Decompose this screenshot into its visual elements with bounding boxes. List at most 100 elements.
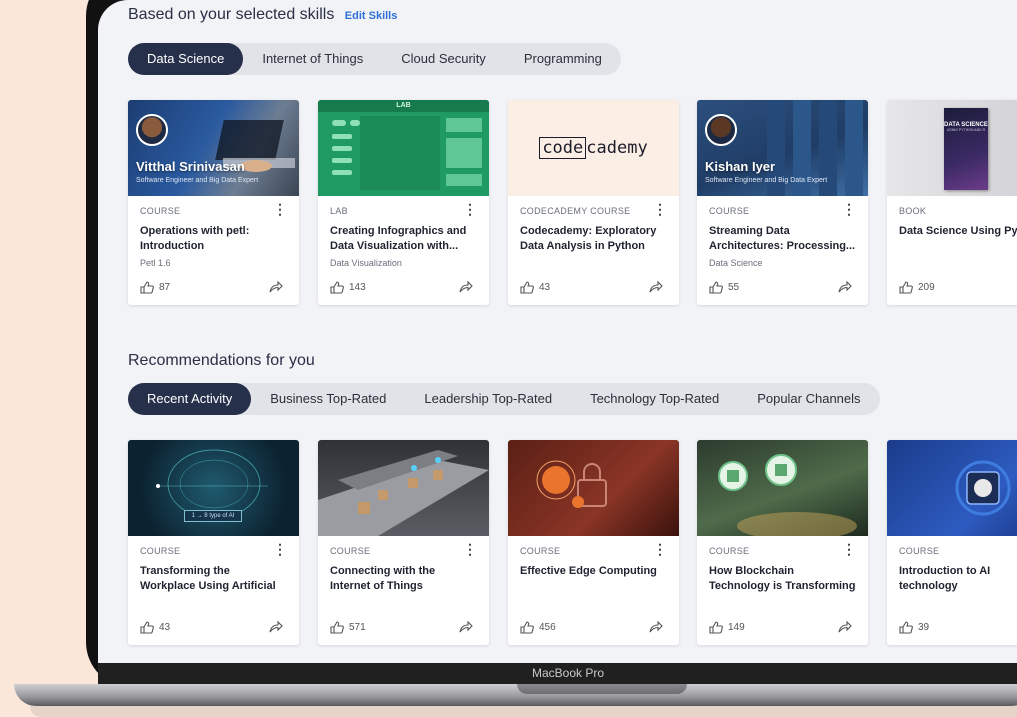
more-options-icon[interactable]: ⋮ (842, 542, 856, 556)
more-options-icon[interactable]: ⋮ (653, 202, 667, 216)
course-card[interactable]: COURSE Introduction to AI technology 39 (887, 440, 1017, 645)
card-type: COURSE (140, 206, 181, 216)
app-screen: Based on your selected skills Edit Skill… (98, 0, 1017, 663)
card-type: COURSE (709, 546, 750, 556)
laptop-shadow (30, 706, 1017, 717)
more-options-icon[interactable]: ⋮ (463, 542, 477, 556)
course-card[interactable]: COURSE ⋮ How Blockchain Technology is Tr… (697, 440, 868, 645)
share-icon[interactable] (269, 620, 283, 633)
course-card[interactable]: Vitthal Srinivasan Software Engineer and… (128, 100, 299, 305)
instructor-role: Software Engineer and Big Data Expert (136, 177, 259, 184)
like-count: 456 (539, 621, 556, 633)
more-options-icon[interactable]: ⋮ (273, 542, 287, 556)
skills-title-text: Based on your selected skills (128, 6, 335, 23)
tab-popular-channels[interactable]: Popular Channels (738, 383, 879, 415)
more-options-icon[interactable]: ⋮ (273, 202, 287, 216)
course-card[interactable]: Kishan Iyer Software Engineer and Big Da… (697, 100, 868, 305)
card-thumbnail (887, 440, 1017, 536)
more-options-icon[interactable]: ⋮ (842, 202, 856, 216)
book-cover-subtitle: USING PYTHON AND R (946, 128, 986, 132)
share-icon[interactable] (269, 280, 283, 293)
tab-programming[interactable]: Programming (505, 43, 621, 75)
tab-leadership-top-rated[interactable]: Leadership Top-Rated (405, 383, 571, 415)
tab-technology-top-rated[interactable]: Technology Top-Rated (571, 383, 738, 415)
card-thumbnail: 1 → 8 type of AI (128, 440, 299, 536)
card-thumbnail: code cademy (508, 100, 679, 196)
edit-skills-link[interactable]: Edit Skills (345, 10, 398, 22)
share-icon[interactable] (459, 280, 473, 293)
edge-security-image (536, 460, 607, 508)
card-title[interactable]: Operations with petl: Introduction (140, 224, 287, 255)
thumbs-up-icon[interactable] (520, 620, 534, 634)
share-icon[interactable] (838, 280, 852, 293)
lab-thumb-label: LAB (396, 102, 411, 109)
card-title[interactable]: Codecademy: Exploratory Data Analysis in… (520, 224, 667, 255)
card-thumbnail (318, 440, 489, 536)
thumbs-up-icon[interactable] (709, 620, 723, 634)
card-subtitle: Petl 1.6 (140, 258, 171, 268)
card-type: LAB (330, 206, 348, 216)
logo-code-part: code (539, 137, 587, 159)
card-title[interactable]: Transforming the Workplace Using Artific… (140, 564, 287, 595)
more-options-icon[interactable]: ⋮ (463, 202, 477, 216)
thumbs-up-icon[interactable] (330, 280, 344, 294)
tab-business-top-rated[interactable]: Business Top-Rated (251, 383, 405, 415)
tab-cloud-security[interactable]: Cloud Security (382, 43, 505, 75)
codecademy-card[interactable]: code cademy CODECADEMY COURSE ⋮ Codecadem… (508, 100, 679, 305)
book-card[interactable]: DATA SCIENCE USING PYTHON AND R BOOK Dat… (887, 100, 1017, 305)
card-title[interactable]: Effective Edge Computing (520, 564, 667, 595)
share-icon[interactable] (649, 280, 663, 293)
instructor-name: Vitthal Srinivasan (136, 159, 245, 174)
conveyor-belt-image (318, 450, 489, 536)
thumbs-up-icon[interactable] (520, 280, 534, 294)
laptop-notch (517, 684, 687, 694)
card-title[interactable]: Streaming Data Architectures: Processing… (709, 224, 856, 255)
card-thumbnail: DATA SCIENCE USING PYTHON AND R (887, 100, 1017, 196)
share-icon[interactable] (459, 620, 473, 633)
card-title[interactable]: Introduction to AI technology (899, 564, 1017, 595)
book-cover-image: DATA SCIENCE USING PYTHON AND R (944, 108, 988, 190)
course-card[interactable]: COURSE ⋮ Connecting with the Internet of… (318, 440, 489, 645)
skills-section-title: Based on your selected skills Edit Skill… (128, 6, 397, 24)
laptop-base (14, 684, 1017, 706)
like-count: 571 (349, 621, 366, 633)
card-title[interactable]: Creating Infographics and Data Visualiza… (330, 224, 477, 255)
recs-tabbar: Recent Activity Business Top-Rated Leade… (128, 383, 880, 415)
share-icon[interactable] (838, 620, 852, 633)
card-title[interactable]: Connecting with the Internet of Things (330, 564, 477, 595)
thumbs-up-icon[interactable] (140, 620, 154, 634)
tab-data-science[interactable]: Data Science (128, 43, 244, 75)
card-title[interactable]: Data Science Using Pyth and R (899, 224, 1017, 255)
thumbs-up-icon[interactable] (330, 620, 344, 634)
thumb-caption: 1 → 8 type of AI (184, 510, 242, 522)
thumbs-up-icon[interactable] (899, 620, 913, 634)
card-thumbnail: Vitthal Srinivasan Software Engineer and… (128, 100, 299, 196)
card-type: CODECADEMY COURSE (520, 206, 631, 216)
card-subtitle (899, 258, 1017, 270)
like-count: 87 (159, 281, 171, 293)
share-icon[interactable] (649, 620, 663, 633)
laptop-bottom-bezel: MacBook Pro (98, 663, 1017, 685)
more-options-icon[interactable]: ⋮ (653, 542, 667, 556)
card-type: COURSE (140, 546, 181, 556)
thumbs-up-icon[interactable] (899, 280, 913, 294)
tab-internet-of-things[interactable]: Internet of Things (243, 43, 382, 75)
card-subtitle: Data Visualization (330, 258, 402, 268)
like-count: 149 (728, 621, 745, 633)
thumbs-up-icon[interactable] (140, 280, 154, 294)
skills-tabbar: Data Science Internet of Things Cloud Se… (128, 43, 621, 75)
card-type: COURSE (709, 206, 750, 216)
like-count: 143 (349, 281, 366, 293)
lab-card[interactable]: LAB LAB ⋮ Creating Infographics and Data… (318, 100, 489, 305)
course-card[interactable]: 1 → 8 type of AI COURSE ⋮ Transforming t… (128, 440, 299, 645)
card-title[interactable]: How Blockchain Technology is Transformin… (709, 564, 856, 595)
recs-section-title: Recommendations for you (128, 352, 315, 369)
card-thumbnail: Kishan Iyer Software Engineer and Big Da… (697, 100, 868, 196)
like-count: 55 (728, 281, 740, 293)
tab-recent-activity[interactable]: Recent Activity (128, 383, 252, 415)
codecademy-logo: code cademy (508, 137, 679, 159)
lab-editor-image (318, 100, 489, 190)
thumbs-up-icon[interactable] (709, 280, 723, 294)
blockchain-image (718, 454, 857, 536)
course-card[interactable]: COURSE ⋮ Effective Edge Computing 456 (508, 440, 679, 645)
